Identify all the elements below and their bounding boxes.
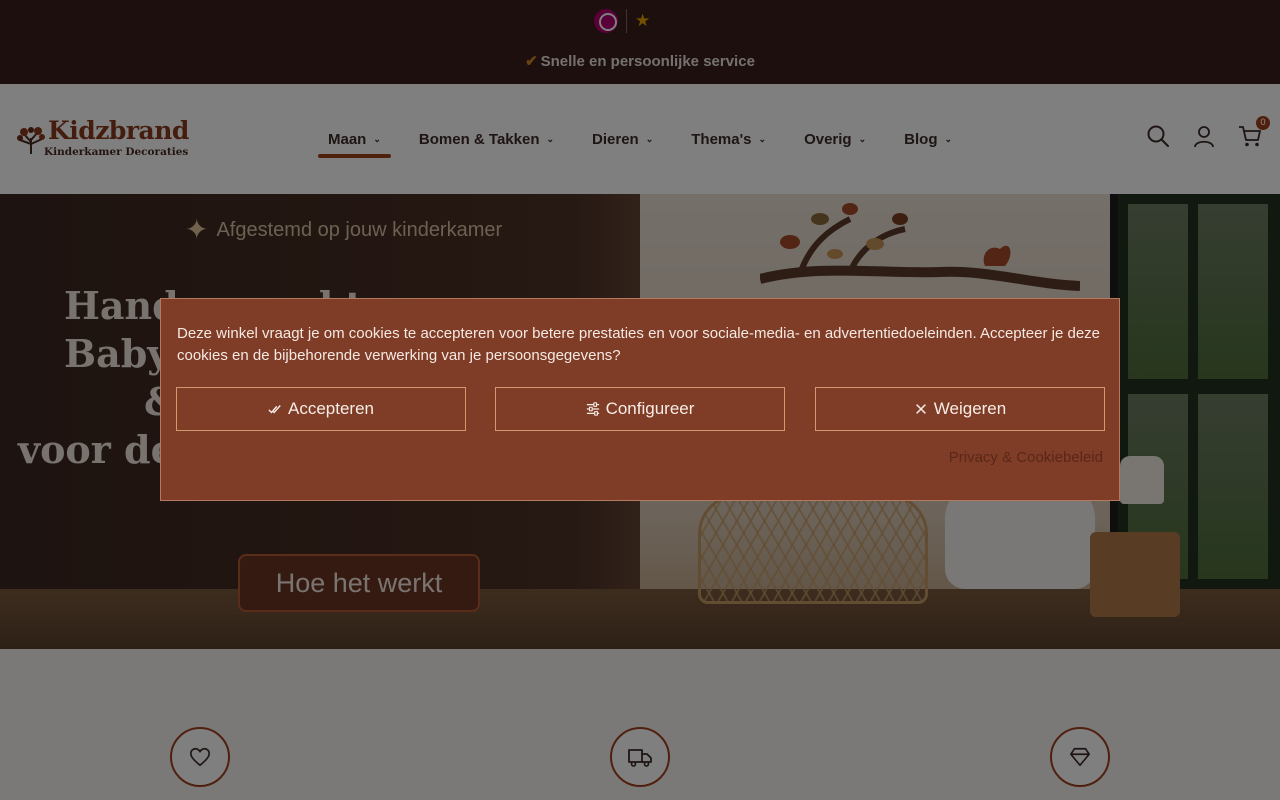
accept-label: Accepteren (288, 399, 374, 418)
double-check-icon (268, 405, 281, 414)
accept-cookies-button[interactable]: Accepteren (176, 387, 466, 431)
privacy-policy-link[interactable]: Privacy & Cookiebeleid (949, 449, 1103, 466)
cookie-consent-dialog: Deze winkel vraagt je om cookies te acce… (160, 298, 1120, 501)
cookie-message: Deze winkel vraagt je om cookies te acce… (177, 325, 1101, 364)
configure-label: Configureer (605, 399, 695, 418)
reject-cookies-button[interactable]: Weigeren (815, 387, 1105, 431)
configure-cookies-button[interactable]: Configureer (495, 387, 785, 431)
sliders-icon (586, 402, 599, 416)
reject-label: Weigeren (933, 399, 1007, 418)
close-icon (915, 404, 926, 414)
